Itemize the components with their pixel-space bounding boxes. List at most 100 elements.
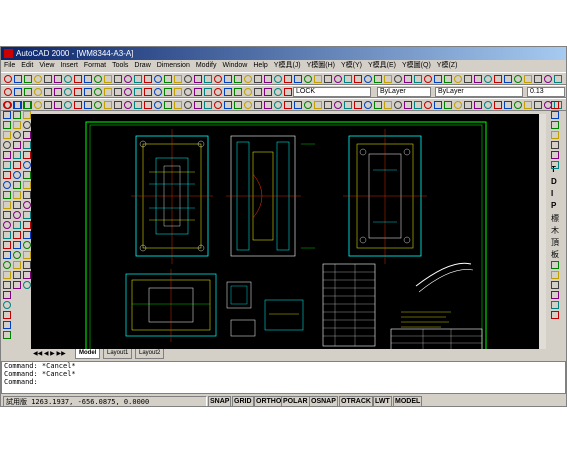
- tool-button-icon[interactable]: [244, 88, 252, 96]
- command-prompt[interactable]: Command:: [4, 378, 565, 386]
- tool-button-icon[interactable]: [374, 101, 382, 109]
- tool-button-icon[interactable]: [374, 75, 382, 83]
- tool-button-icon[interactable]: [94, 88, 102, 96]
- tool-button-icon[interactable]: [3, 311, 11, 319]
- tool-button-icon[interactable]: [104, 101, 112, 109]
- tool-button-icon[interactable]: [3, 221, 11, 229]
- lwt-toggle[interactable]: LWT: [373, 396, 392, 406]
- tool-button-icon[interactable]: [13, 181, 21, 189]
- tool-button-icon[interactable]: [23, 211, 31, 219]
- tool-button-icon[interactable]: [551, 301, 559, 309]
- tool-button-icon[interactable]: [23, 101, 31, 109]
- tool-button-icon[interactable]: [174, 75, 182, 83]
- tool-button-icon[interactable]: [264, 101, 272, 109]
- tool-button-icon[interactable]: [13, 121, 21, 129]
- tool-button-icon[interactable]: [284, 101, 292, 109]
- tool-button-icon[interactable]: [24, 75, 32, 83]
- tool-button-icon[interactable]: [64, 101, 72, 109]
- tool-button-icon[interactable]: [14, 88, 22, 96]
- tool-button-icon[interactable]: [74, 101, 82, 109]
- tool-button-icon[interactable]: [214, 75, 222, 83]
- menu-draw[interactable]: Draw: [131, 60, 153, 72]
- tool-button-icon[interactable]: [284, 75, 292, 83]
- tool-button-icon[interactable]: [13, 251, 21, 259]
- menu-custom-5[interactable]: Y模圖(Q): [399, 60, 434, 72]
- tool-button-icon[interactable]: [551, 131, 559, 139]
- tool-button-icon[interactable]: [44, 88, 52, 96]
- tool-button-icon[interactable]: [13, 261, 21, 269]
- tool-button-icon[interactable]: [344, 75, 352, 83]
- tool-button-icon[interactable]: [3, 131, 11, 139]
- tool-button-icon[interactable]: [204, 75, 212, 83]
- tool-button-icon[interactable]: [124, 101, 132, 109]
- tool-button-icon[interactable]: [164, 75, 172, 83]
- tool-button-icon[interactable]: [184, 101, 192, 109]
- tool-button-icon[interactable]: [144, 101, 152, 109]
- toolbar-letter-d[interactable]: D: [551, 177, 557, 186]
- tool-button-icon[interactable]: [144, 88, 152, 96]
- tool-button-icon[interactable]: [24, 88, 32, 96]
- tool-button-icon[interactable]: [551, 161, 559, 169]
- tool-button-icon[interactable]: [13, 201, 21, 209]
- color-dropdown[interactable]: ByLayer: [377, 87, 431, 97]
- tool-button-icon[interactable]: [64, 75, 72, 83]
- tool-button-icon[interactable]: [454, 75, 462, 83]
- tool-button-icon[interactable]: [214, 88, 222, 96]
- menu-modify[interactable]: Modify: [193, 60, 220, 72]
- tool-button-icon[interactable]: [514, 75, 522, 83]
- toolbar-letter-p[interactable]: P: [551, 201, 556, 210]
- tool-button-icon[interactable]: [13, 191, 21, 199]
- menu-tools[interactable]: Tools: [109, 60, 131, 72]
- tool-button-icon[interactable]: [144, 75, 152, 83]
- tool-button-icon[interactable]: [34, 75, 42, 83]
- tool-button-icon[interactable]: [504, 101, 512, 109]
- tool-button-icon[interactable]: [454, 101, 462, 109]
- tool-button-icon[interactable]: [23, 131, 31, 139]
- tool-button-icon[interactable]: [244, 75, 252, 83]
- lineweight-dropdown[interactable]: 0.13: [527, 87, 565, 97]
- drawing-canvas[interactable]: [31, 114, 539, 349]
- tool-button-icon[interactable]: [551, 121, 559, 129]
- tool-button-icon[interactable]: [484, 101, 492, 109]
- tool-button-icon[interactable]: [54, 101, 62, 109]
- tool-button-icon[interactable]: [354, 101, 362, 109]
- tool-button-icon[interactable]: [74, 88, 82, 96]
- tool-button-icon[interactable]: [84, 88, 92, 96]
- tool-button-icon[interactable]: [104, 75, 112, 83]
- menu-custom-6[interactable]: Y模(Z): [434, 60, 461, 72]
- tool-button-icon[interactable]: [274, 101, 282, 109]
- tool-button-icon[interactable]: [474, 75, 482, 83]
- tool-button-icon[interactable]: [274, 75, 282, 83]
- tool-button-icon[interactable]: [3, 211, 11, 219]
- tool-button-icon[interactable]: [3, 111, 11, 119]
- tool-button-icon[interactable]: [3, 101, 11, 109]
- tool-button-icon[interactable]: [551, 291, 559, 299]
- tool-button-icon[interactable]: [84, 75, 92, 83]
- menu-format[interactable]: Format: [81, 60, 109, 72]
- toolbar-char-1[interactable]: 標: [551, 213, 559, 224]
- tool-button-icon[interactable]: [194, 88, 202, 96]
- polar-toggle[interactable]: POLAR: [281, 396, 310, 406]
- menu-file[interactable]: File: [1, 60, 18, 72]
- tool-button-icon[interactable]: [34, 88, 42, 96]
- tool-button-icon[interactable]: [254, 75, 262, 83]
- menu-view[interactable]: View: [36, 60, 57, 72]
- tool-button-icon[interactable]: [264, 75, 272, 83]
- tool-button-icon[interactable]: [3, 151, 11, 159]
- tool-button-icon[interactable]: [174, 88, 182, 96]
- tool-button-icon[interactable]: [134, 101, 142, 109]
- tool-button-icon[interactable]: [384, 101, 392, 109]
- tool-button-icon[interactable]: [484, 75, 492, 83]
- tool-button-icon[interactable]: [3, 161, 11, 169]
- tool-button-icon[interactable]: [384, 75, 392, 83]
- tool-button-icon[interactable]: [3, 181, 11, 189]
- tool-button-icon[interactable]: [551, 151, 559, 159]
- tool-button-icon[interactable]: [114, 88, 122, 96]
- menu-edit[interactable]: Edit: [18, 60, 36, 72]
- tool-button-icon[interactable]: [551, 111, 559, 119]
- tool-button-icon[interactable]: [84, 101, 92, 109]
- tool-button-icon[interactable]: [164, 88, 172, 96]
- tool-button-icon[interactable]: [124, 75, 132, 83]
- tool-button-icon[interactable]: [23, 241, 31, 249]
- tool-button-icon[interactable]: [13, 151, 21, 159]
